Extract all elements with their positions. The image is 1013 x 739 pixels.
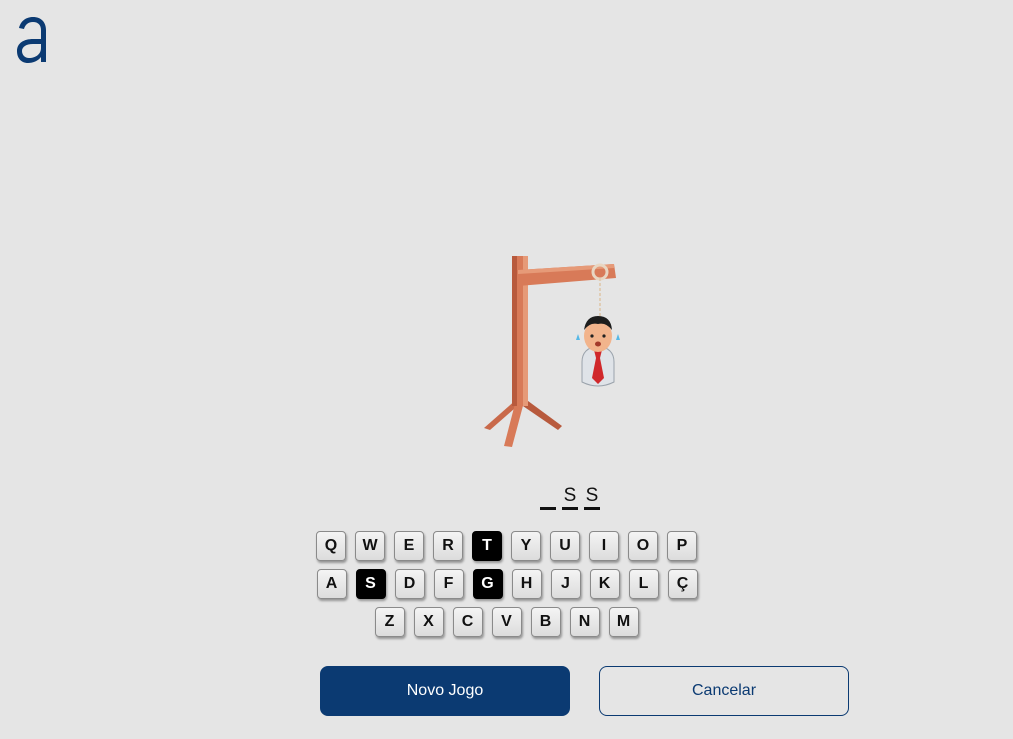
letter-keyboard: Q W E R T Y U I O P A S D F G H J K L Ç …: [0, 531, 1013, 645]
letter-slot: [540, 482, 556, 510]
key-x[interactable]: X: [413, 607, 444, 637]
key-u[interactable]: U: [550, 531, 580, 561]
key-g[interactable]: G: [472, 569, 503, 599]
keyboard-row: Q W E R T Y U I O P: [0, 531, 1013, 561]
key-c-cedilla[interactable]: Ç: [667, 569, 698, 599]
cancel-button[interactable]: Cancelar: [599, 666, 849, 716]
brand-a-logo-icon: [17, 17, 46, 63]
key-s[interactable]: S: [355, 569, 386, 599]
key-n[interactable]: N: [569, 607, 600, 637]
key-v[interactable]: V: [491, 607, 522, 637]
key-a[interactable]: A: [316, 569, 347, 599]
keyboard-row: Z X C V B N M: [0, 607, 1013, 637]
key-t[interactable]: T: [472, 531, 502, 561]
letter-slot: S: [562, 482, 578, 510]
hanging-man-gallows-icon: [484, 256, 620, 447]
letter-slot: S: [584, 482, 600, 510]
key-j[interactable]: J: [550, 569, 581, 599]
word-slots: S S: [540, 482, 600, 510]
key-y[interactable]: Y: [511, 531, 541, 561]
key-z[interactable]: Z: [374, 607, 405, 637]
key-r[interactable]: R: [433, 531, 463, 561]
key-p[interactable]: P: [667, 531, 697, 561]
key-f[interactable]: F: [433, 569, 464, 599]
key-e[interactable]: E: [394, 531, 424, 561]
key-m[interactable]: M: [608, 607, 639, 637]
key-l[interactable]: L: [628, 569, 659, 599]
key-k[interactable]: K: [589, 569, 620, 599]
key-i[interactable]: I: [589, 531, 619, 561]
key-d[interactable]: D: [394, 569, 425, 599]
key-c[interactable]: C: [452, 607, 483, 637]
key-q[interactable]: Q: [316, 531, 346, 561]
key-h[interactable]: H: [511, 569, 542, 599]
new-game-button[interactable]: Novo Jogo: [320, 666, 570, 716]
keyboard-row: A S D F G H J K L Ç: [0, 569, 1013, 599]
hangman-page: S S Q W E R T Y U I O P A S D F G H J K …: [0, 0, 1013, 739]
key-w[interactable]: W: [355, 531, 385, 561]
key-b[interactable]: B: [530, 607, 561, 637]
key-o[interactable]: O: [628, 531, 658, 561]
